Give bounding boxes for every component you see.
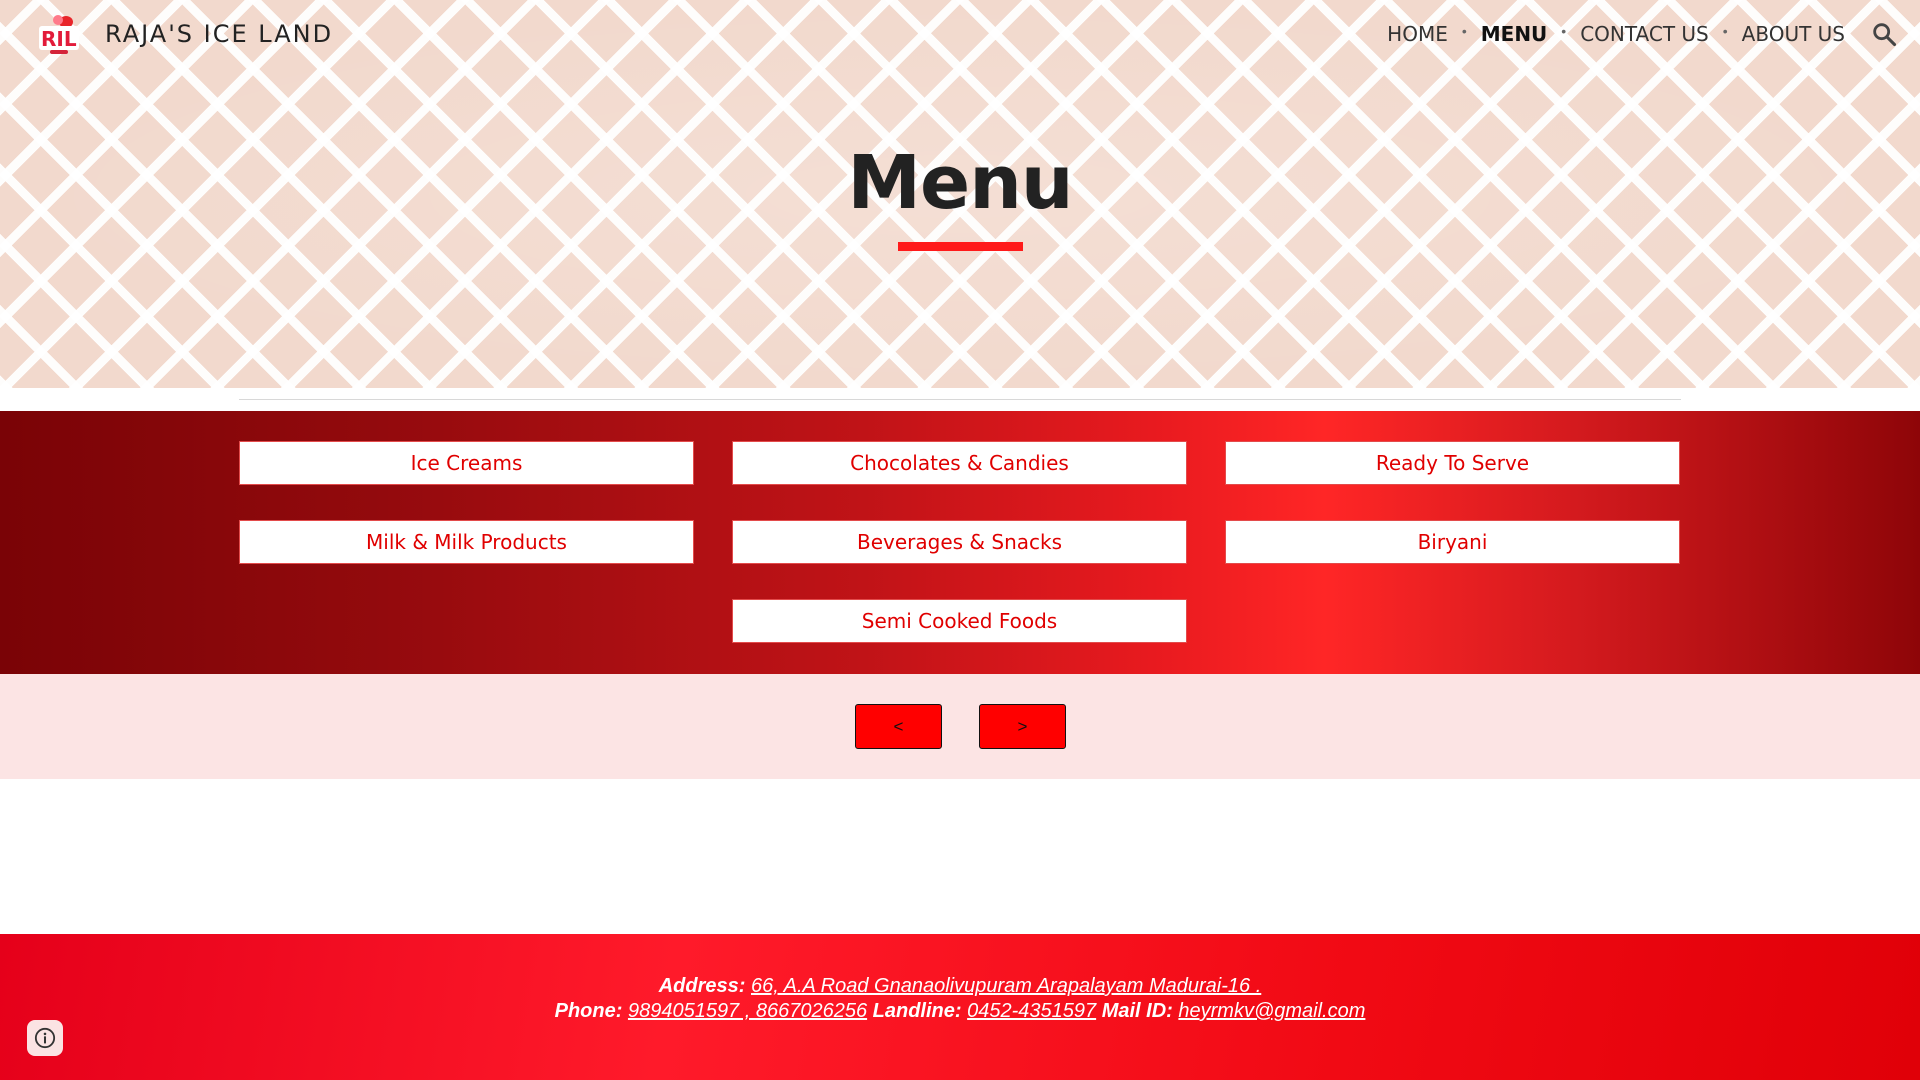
nav-separator: • bbox=[1461, 23, 1467, 39]
search-icon[interactable] bbox=[1870, 20, 1898, 48]
next-button[interactable]: > bbox=[979, 704, 1066, 749]
nav-contact-us[interactable]: CONTACT US bbox=[1580, 22, 1709, 46]
top-navbar: RIL RAJA'S ICE LAND HOME • MENU • CONTAC… bbox=[0, 0, 1920, 70]
nav-separator: • bbox=[1722, 23, 1728, 39]
phone-link[interactable]: 9894051597 , 8667026256 bbox=[628, 1000, 867, 1022]
page-title: Menu bbox=[847, 140, 1073, 226]
category-section: Ice Creams Chocolates & Candies Ready To… bbox=[0, 411, 1920, 674]
footer-address-line: Address: 66, A.A Road Gnanaolivupuram Ar… bbox=[0, 974, 1920, 999]
category-ice-creams[interactable]: Ice Creams bbox=[239, 441, 694, 485]
svg-text:RIL: RIL bbox=[41, 27, 77, 51]
info-icon[interactable] bbox=[27, 1020, 63, 1056]
landline-link[interactable]: 0452-4351597 bbox=[967, 1000, 1096, 1022]
hero-banner: RIL RAJA'S ICE LAND HOME • MENU • CONTAC… bbox=[0, 0, 1920, 388]
category-chocolates-candies[interactable]: Chocolates & Candies bbox=[732, 441, 1187, 485]
footer-phone-line: Phone: 9894051597 , 8667026256 Landline:… bbox=[0, 999, 1920, 1024]
pager-section: < > bbox=[0, 674, 1920, 779]
category-semi-cooked-foods[interactable]: Semi Cooked Foods bbox=[732, 599, 1187, 643]
address-link[interactable]: 66, A.A Road Gnanaolivupuram Arapalayam … bbox=[751, 975, 1261, 997]
address-label: Address: bbox=[658, 975, 746, 997]
site-logo[interactable]: RIL bbox=[36, 12, 84, 58]
site-title[interactable]: RAJA'S ICE LAND bbox=[105, 20, 333, 48]
footer: Address: 66, A.A Road Gnanaolivupuram Ar… bbox=[0, 934, 1920, 1080]
landline-label: Landline: bbox=[872, 1000, 962, 1022]
nav-menu[interactable]: MENU bbox=[1481, 22, 1548, 46]
title-underline bbox=[898, 242, 1023, 251]
footer-contact: Address: 66, A.A Road Gnanaolivupuram Ar… bbox=[0, 974, 1920, 1024]
category-milk-products[interactable]: Milk & Milk Products bbox=[239, 520, 694, 564]
prev-button[interactable]: < bbox=[855, 704, 942, 749]
nav-separator: • bbox=[1561, 23, 1567, 39]
category-biryani[interactable]: Biryani bbox=[1225, 520, 1680, 564]
category-ready-to-serve[interactable]: Ready To Serve bbox=[1225, 441, 1680, 485]
nav-home[interactable]: HOME bbox=[1387, 22, 1448, 46]
category-beverages-snacks[interactable]: Beverages & Snacks bbox=[732, 520, 1187, 564]
phone-label: Phone: bbox=[554, 1000, 623, 1022]
mail-link[interactable]: heyrmkv@gmail.com bbox=[1178, 1000, 1365, 1022]
mail-label: Mail ID: bbox=[1101, 1000, 1173, 1022]
nav-about-us[interactable]: ABOUT US bbox=[1742, 22, 1845, 46]
divider bbox=[239, 399, 1681, 400]
main-nav: HOME • MENU • CONTACT US • ABOUT US bbox=[1387, 22, 1845, 46]
